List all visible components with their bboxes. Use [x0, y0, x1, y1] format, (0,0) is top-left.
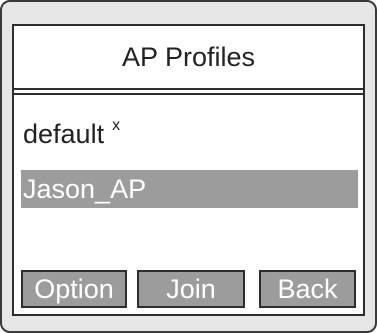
profile-label: Jason_AP [23, 173, 147, 204]
active-profile-marker: x [112, 117, 121, 134]
back-button[interactable]: Back [259, 270, 356, 308]
title-divider-lower [14, 93, 363, 95]
profile-label: default [23, 118, 105, 149]
profile-item-jason-ap[interactable]: Jason_AP [21, 170, 358, 208]
profile-item-default[interactable]: default x [21, 115, 358, 153]
join-button[interactable]: Join [137, 270, 245, 308]
title-divider [14, 88, 363, 90]
phone-screen: AP Profiles default x Jason_AP Option Jo… [12, 24, 365, 316]
page-title: AP Profiles [121, 41, 256, 72]
device-frame: AP Profiles default x Jason_AP Option Jo… [0, 0, 377, 333]
option-button[interactable]: Option [21, 270, 127, 308]
